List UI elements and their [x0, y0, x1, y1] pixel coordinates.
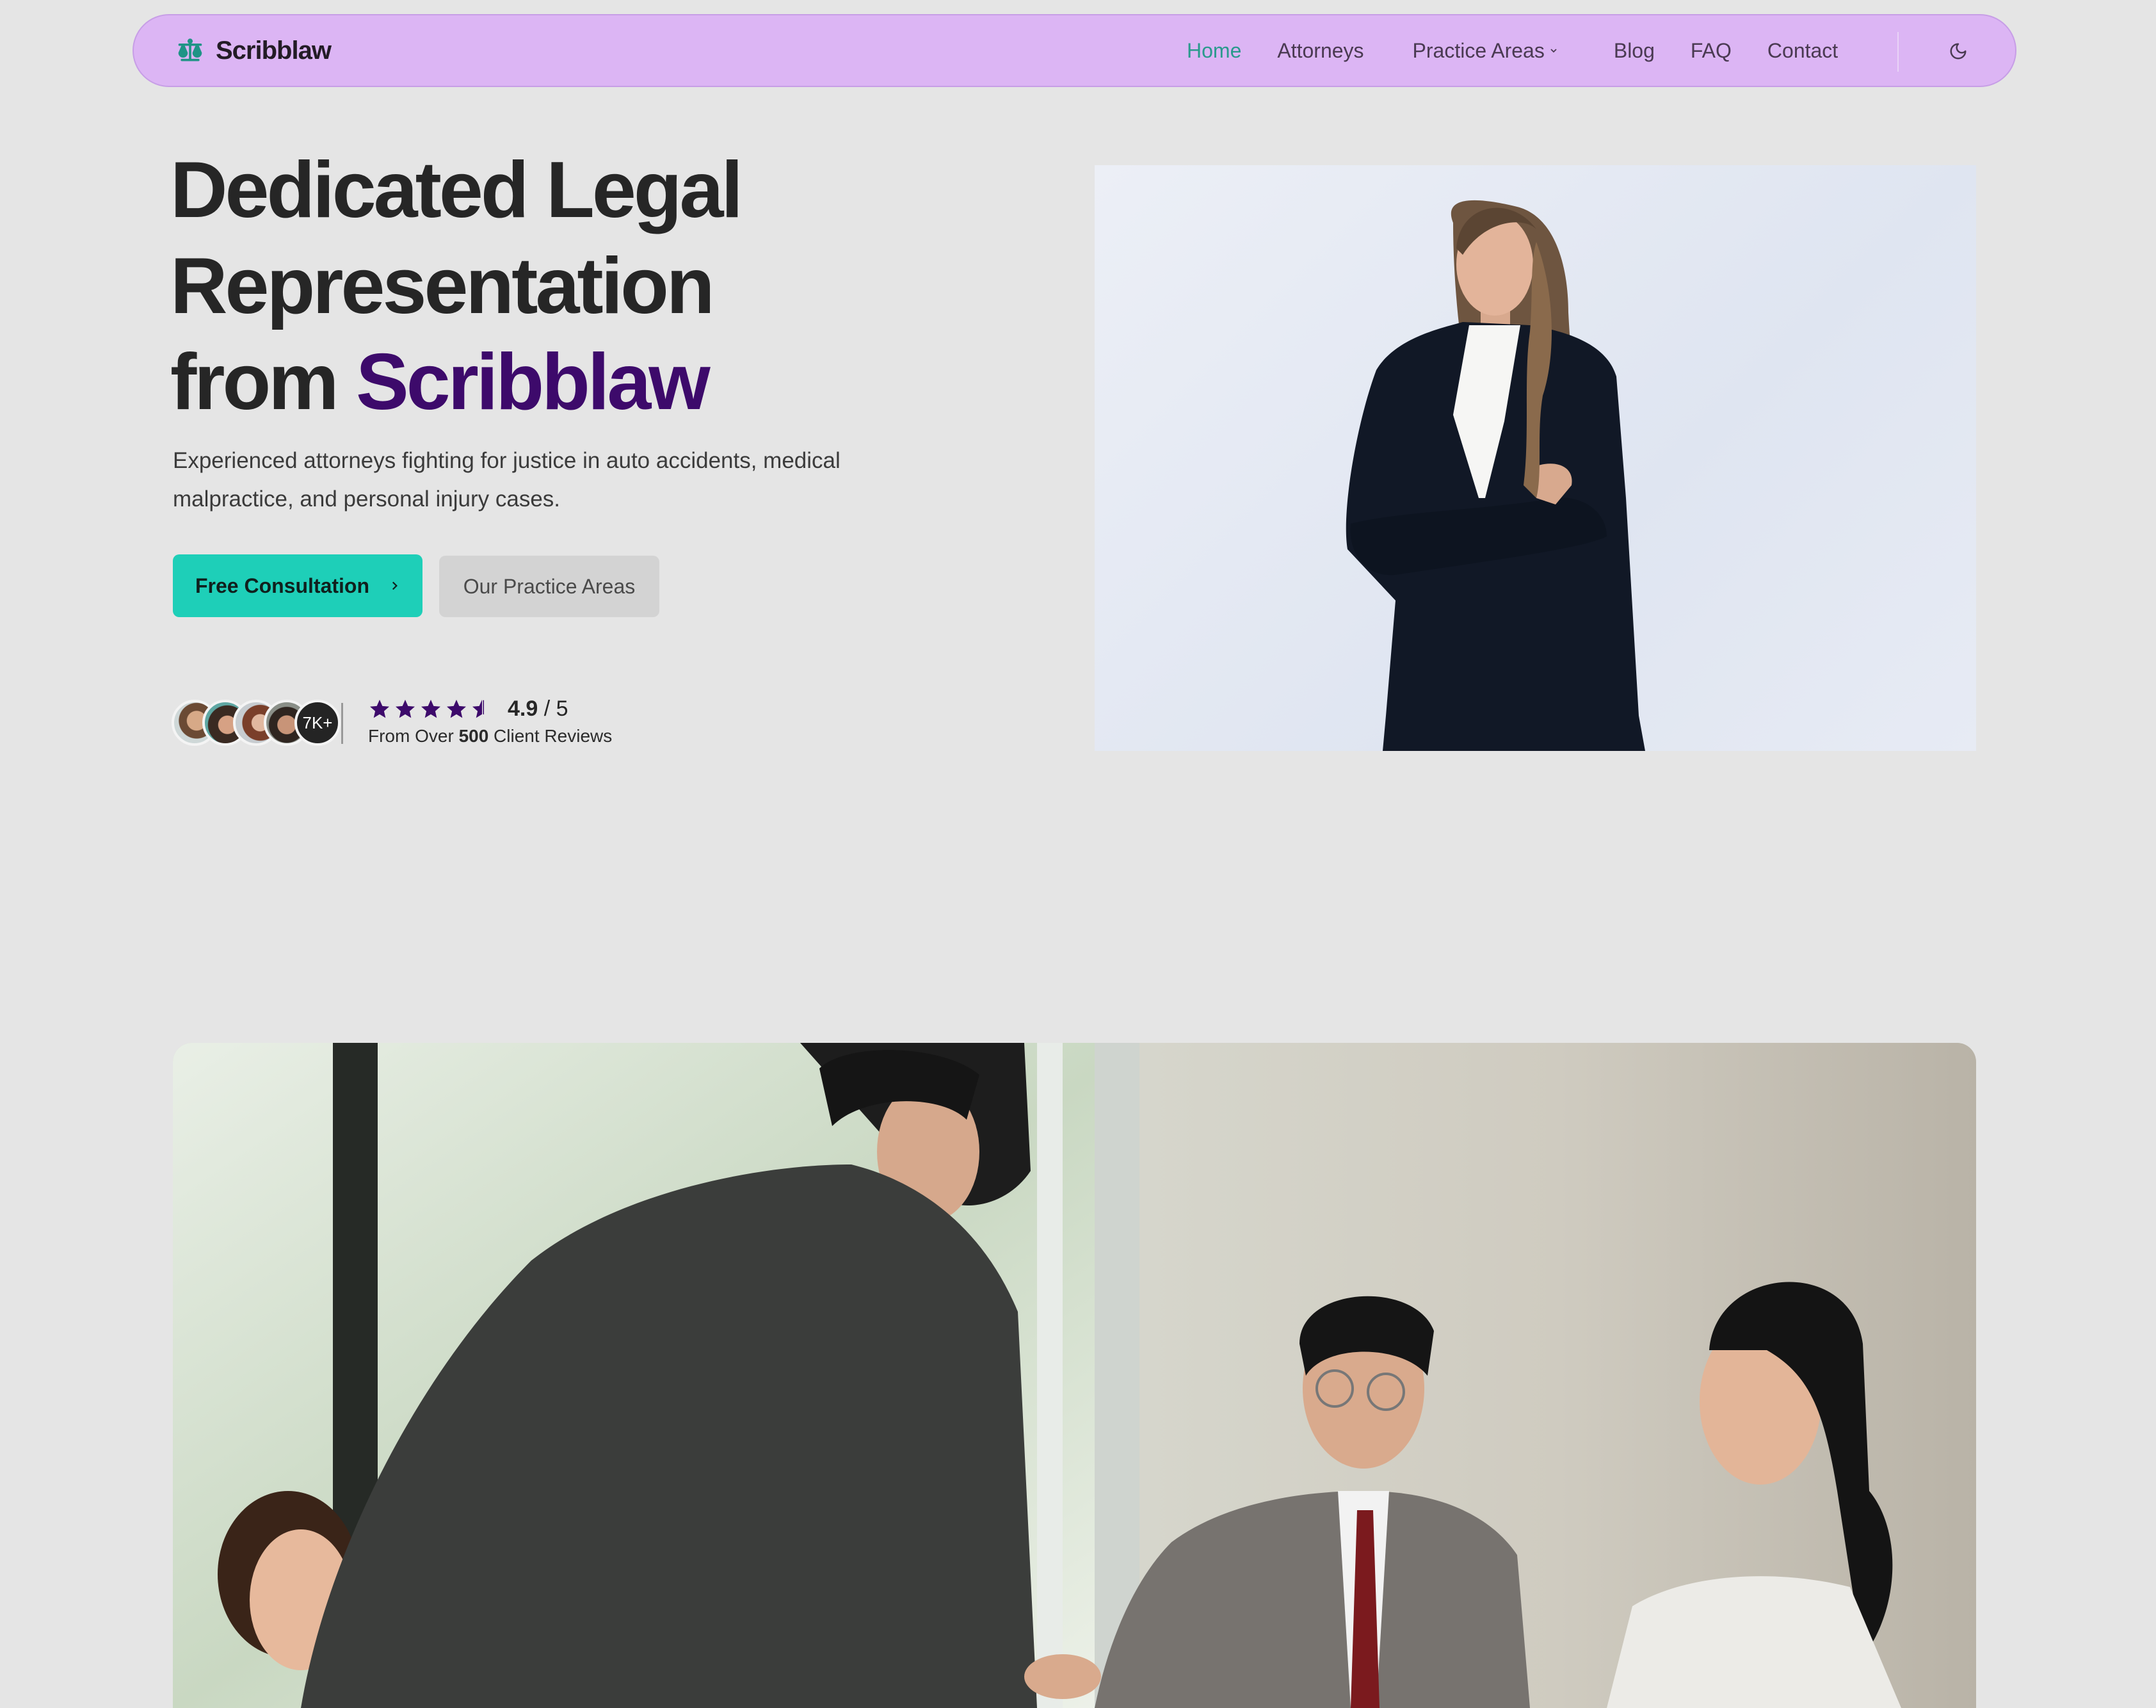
scales-of-justice-icon: [178, 38, 202, 61]
hero-title-line3-prefix: from: [170, 338, 356, 426]
star-full-icon: [370, 699, 389, 718]
hero-title-line1: Dedicated Legal: [170, 146, 743, 234]
rating-score: 4.9 / 5: [508, 697, 568, 721]
star-full-icon: [396, 699, 415, 718]
star-full-icon: [447, 699, 466, 718]
client-avatars: 7K+: [172, 700, 341, 746]
top-navbar: Scribblaw Home Attorneys Practice Areas …: [133, 14, 2016, 87]
hero-title: Dedicated Legal Representation from Scri…: [170, 142, 743, 430]
nav-practice-areas-label: Practice Areas: [1412, 38, 1545, 62]
reviews-suffix: Client Reviews: [488, 726, 613, 746]
star-half-icon: [472, 699, 484, 718]
moon-icon: [1950, 43, 1967, 60]
rating-score-value: 4.9: [508, 697, 538, 721]
rating-divider: [341, 703, 343, 744]
attorney-figure: [1346, 200, 1645, 751]
hero-title-line2: Representation: [170, 242, 715, 330]
attorney-portrait-image: [1095, 165, 1976, 751]
office-scene: [173, 1043, 1976, 1708]
nav-home[interactable]: Home: [1187, 39, 1241, 63]
practice-areas-button[interactable]: Our Practice Areas: [439, 556, 659, 617]
chevron-down-icon: [1550, 49, 1557, 53]
nav-divider: [1897, 32, 1899, 72]
nav-contact[interactable]: Contact: [1767, 39, 1838, 63]
reviews-count: 500: [458, 726, 489, 746]
reviews-caption: From Over 500 Client Reviews: [368, 726, 612, 746]
nav-blog[interactable]: Blog: [1614, 39, 1655, 63]
brand-name: Scribblaw: [216, 36, 332, 65]
client-count-badge: 7K+: [294, 700, 341, 746]
nav-links: Home Attorneys Practice Areas Blog FAQ C…: [1187, 15, 1874, 86]
free-consultation-label: Free Consultation: [195, 574, 369, 597]
free-consultation-button[interactable]: Free Consultation: [173, 554, 422, 617]
team-meeting-image: [173, 1043, 1976, 1708]
hero-subtitle: Experienced attorneys fighting for justi…: [173, 448, 841, 512]
star-full-icon: [421, 699, 440, 718]
star-rating: 4.9 / 5: [368, 697, 568, 721]
nav-practice-areas[interactable]: Practice Areas: [1413, 39, 1559, 63]
logo[interactable]: Scribblaw: [176, 15, 332, 86]
nav-faq[interactable]: FAQ: [1691, 39, 1732, 63]
hero-title-brand: Scribblaw: [356, 338, 711, 426]
reviews-prefix: From Over: [368, 726, 459, 746]
theme-toggle-button[interactable]: [1942, 35, 1975, 68]
nav-attorneys[interactable]: Attorneys: [1277, 39, 1364, 63]
chevron-right-icon: [392, 581, 398, 590]
rating-out-of: / 5: [543, 697, 568, 721]
